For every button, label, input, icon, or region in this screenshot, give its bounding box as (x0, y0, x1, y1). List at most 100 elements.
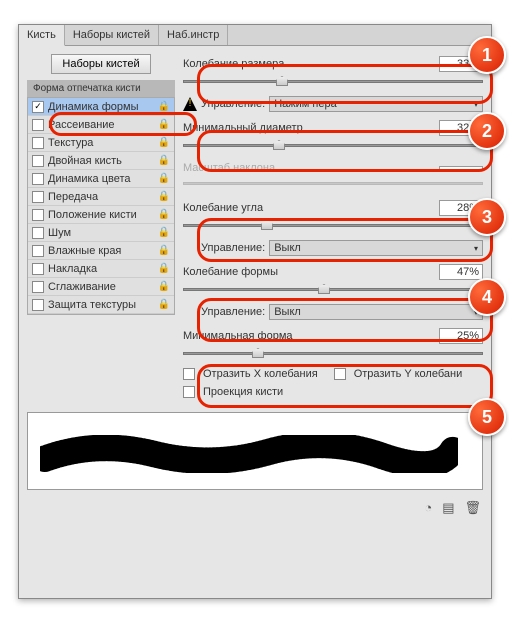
option-protect-texture[interactable]: Защита текстуры 🔒 (28, 296, 174, 314)
dropdown-value: Нажим пера (274, 98, 337, 110)
min-diameter-slider[interactable] (183, 138, 483, 154)
option-color-dynamics[interactable]: Динамика цвета🔒 (28, 170, 174, 188)
option-buildup[interactable]: Накладка 🔒 (28, 260, 174, 278)
roundness-jitter-value[interactable]: 47% (439, 264, 483, 280)
option-label: Рассеивание (48, 119, 115, 131)
lock-icon[interactable]: 🔒 (158, 155, 170, 166)
stroke-preview-icon (40, 435, 458, 473)
roundness-jitter-group: Колебание формы 47% (183, 262, 483, 298)
brush-sets-button[interactable]: Наборы кистей (51, 54, 150, 74)
checkbox-icon (183, 368, 195, 380)
checkbox-icon[interactable] (32, 137, 44, 149)
section-tip-shape[interactable]: Форма отпечатка кисти (27, 80, 175, 97)
control-label: Управление: (201, 98, 265, 110)
min-diameter-label: Минимальный диаметр (183, 122, 303, 134)
lock-icon[interactable]: 🔒 (158, 101, 170, 112)
option-list: Динамика формы 🔒 Рассеивание 🔒 Текстура 🔒 Д… (27, 97, 175, 315)
tilt-scale-slider (183, 176, 483, 192)
size-jitter-label: Колебание размера (183, 58, 284, 70)
flip-x-checkbox[interactable]: Отразить X колебания (183, 368, 318, 380)
lock-icon[interactable]: 🔒 (158, 263, 170, 274)
min-roundness-slider[interactable] (183, 346, 483, 362)
roundness-jitter-label: Колебание формы (183, 266, 278, 278)
projection-label: Проекция кисти (203, 386, 283, 398)
tabs: Кисть Наборы кистей Наб.инстр (19, 25, 491, 46)
option-label: Накладка (48, 263, 97, 275)
angle-jitter-label: Колебание угла (183, 202, 263, 214)
lock-icon[interactable]: 🔒 (158, 209, 170, 220)
size-jitter-group: Колебание размера33% (183, 54, 483, 90)
option-label: Шум (48, 227, 71, 239)
control-label: Управление: (201, 242, 265, 254)
option-label: Положение кисти (48, 209, 137, 221)
option-label: Влажные края (48, 245, 121, 257)
tilt-scale-value (439, 166, 483, 170)
option-label: Защита текстуры (48, 299, 136, 311)
checkbox-icon[interactable] (32, 191, 44, 203)
lock-icon[interactable]: 🔒 (158, 173, 170, 184)
flip-x-label: Отразить X колебания (203, 368, 318, 380)
option-shape-dynamics[interactable]: Динамика формы 🔒 (28, 98, 174, 116)
warning-icon: ! (183, 97, 197, 111)
option-noise[interactable]: Шум 🔒 (28, 224, 174, 242)
option-dual-brush[interactable]: Двойная кисть 🔒 (28, 152, 174, 170)
chevron-updown-icon: ▾ (474, 244, 478, 253)
checkbox-icon (334, 368, 346, 380)
tilt-scale-label: Масштаб наклона (183, 162, 275, 174)
checkbox-icon[interactable] (32, 281, 44, 293)
lock-icon[interactable]: 🔒 (158, 119, 170, 130)
tab-sets[interactable]: Наборы кистей (65, 25, 159, 45)
option-label: Текстура (48, 137, 93, 149)
tab-tools[interactable]: Наб.инстр (159, 25, 228, 45)
size-jitter-slider[interactable] (183, 74, 483, 90)
lock-icon[interactable]: 🔒 (158, 191, 170, 202)
checkbox-icon[interactable] (32, 227, 44, 239)
checkbox-icon[interactable] (32, 101, 44, 113)
angle-jitter-slider[interactable] (183, 218, 483, 234)
min-diameter-group: Минимальный диаметр32% (183, 118, 483, 154)
flip-y-checkbox[interactable]: Отразить Y колебани (334, 368, 463, 380)
option-scattering[interactable]: Рассеивание 🔒 (28, 116, 174, 134)
option-smoothing[interactable]: Сглаживание 🔒 (28, 278, 174, 296)
checkbox-icon[interactable] (32, 299, 44, 311)
lock-icon[interactable]: 🔒 (158, 227, 170, 238)
size-control-dropdown[interactable]: !Управление:Нажим пера▾ (183, 96, 483, 112)
new-brush-icon[interactable]: ▤ (442, 500, 454, 516)
lock-icon[interactable]: 🔒 (158, 137, 170, 148)
option-label: Двойная кисть (48, 155, 122, 167)
checkbox-icon[interactable] (32, 263, 44, 275)
min-roundness-value[interactable]: 25% (439, 328, 483, 344)
option-label: Динамика формы (48, 101, 138, 113)
dropdown-value: Выкл (274, 242, 301, 254)
angle-control-dropdown[interactable]: Управление: Выкл ▾ (183, 240, 483, 256)
flip-y-label: Отразить Y колебани (354, 368, 463, 380)
checkbox-icon[interactable] (32, 155, 44, 167)
trash-icon[interactable]: 🗑 (464, 500, 481, 516)
footer-icons: ◔ ▤ 🗑 (19, 496, 491, 520)
roundness-control-dropdown[interactable]: Управление:Выкл▾ (183, 304, 483, 320)
callout-badge: 4 (468, 278, 506, 316)
tilt-scale-group: Масштаб наклона (183, 160, 483, 192)
checkbox-icon[interactable] (32, 119, 44, 131)
lock-icon[interactable]: 🔒 (158, 281, 170, 292)
brush-projection-checkbox[interactable]: Проекция кисти (183, 386, 483, 398)
option-wet-edges[interactable]: Влажные края 🔒 (28, 242, 174, 260)
callout-badge: 5 (468, 398, 506, 436)
min-roundness-group: Минимальная форма25% (183, 326, 483, 362)
option-brush-pose[interactable]: Положение кисти 🔒 (28, 206, 174, 224)
lock-icon[interactable]: 🔒 (158, 245, 170, 256)
checkbox-icon[interactable] (32, 173, 44, 185)
callout-badge: 3 (468, 198, 506, 236)
checkbox-icon[interactable] (32, 245, 44, 257)
option-label: Сглаживание (48, 281, 116, 293)
toggle-preview-icon[interactable]: ◔ (424, 500, 432, 516)
roundness-jitter-slider[interactable] (183, 282, 483, 298)
lock-icon[interactable]: 🔒 (158, 299, 170, 310)
tab-brush[interactable]: Кисть (19, 25, 65, 46)
option-transfer[interactable]: Передача 🔒 (28, 188, 174, 206)
brush-panel: Кисть Наборы кистей Наб.инстр Наборы кис… (18, 24, 492, 599)
checkbox-icon[interactable] (32, 209, 44, 221)
option-texture[interactable]: Текстура 🔒 (28, 134, 174, 152)
option-label: Передача (48, 191, 98, 203)
control-label: Управление: (201, 306, 265, 318)
